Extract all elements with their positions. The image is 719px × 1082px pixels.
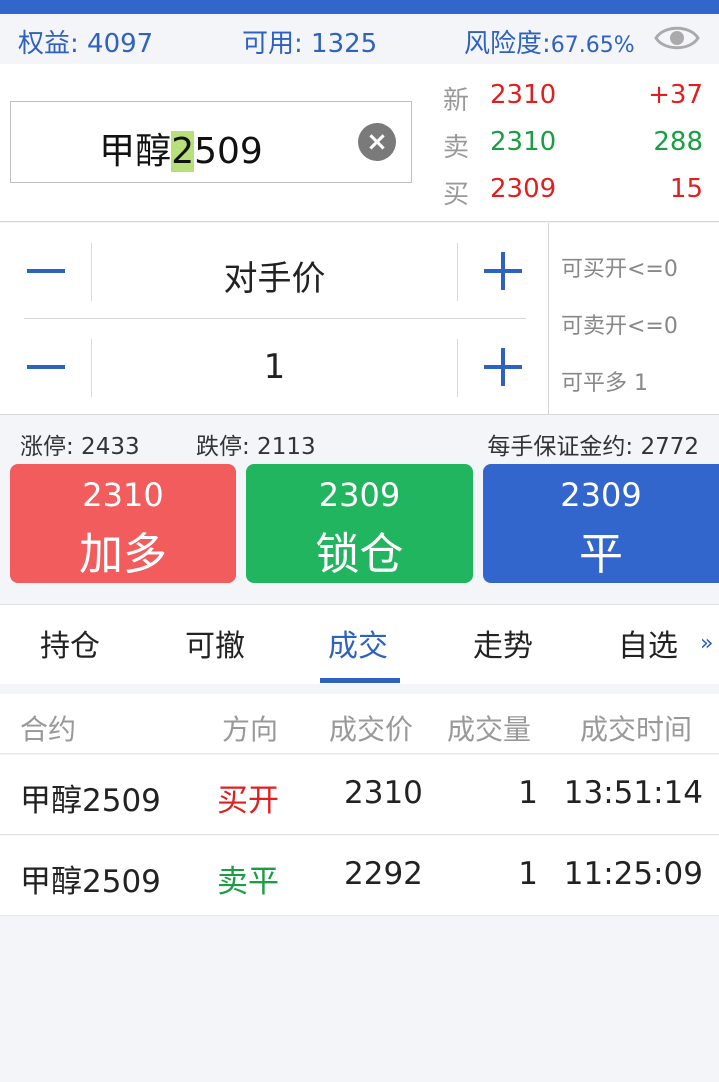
price-mode[interactable]: 对手价: [92, 251, 457, 300]
tab-bar: 持仓 可撤 成交 走势 自选 »: [0, 604, 719, 684]
symbol-text[interactable]: 甲醇2509: [11, 122, 351, 174]
tab-trend[interactable]: 走势: [473, 621, 533, 665]
quote-ask: 卖 2310 288: [443, 127, 703, 163]
table-row[interactable]: 甲醇2509 卖平 2292 1 11:25:09: [0, 836, 719, 916]
quote-bid: 买 2309 15: [443, 174, 703, 210]
position-availability: 可买开<=0 可卖开<=0 可平多 1: [561, 251, 678, 422]
trade-volume: 1: [518, 775, 538, 811]
quantity-plus-button[interactable]: [484, 348, 522, 386]
available-funds: 可用: 1325: [242, 29, 378, 59]
bid-volume: 15: [669, 174, 703, 204]
can-close-long: 可平多 1: [561, 371, 648, 396]
limit-up: 涨停: 2433: [20, 434, 140, 460]
col-price: 成交价: [329, 713, 414, 746]
status-bar: [0, 0, 719, 14]
col-volume: 成交量: [447, 713, 532, 746]
tab-cancelable[interactable]: 可撤: [185, 621, 245, 665]
buy-long-button[interactable]: 2310 加多: [10, 464, 236, 583]
ask-volume: 288: [653, 127, 703, 157]
risk-degree: 风险度:67.65%: [464, 29, 635, 59]
trade-direction: 买开: [217, 783, 279, 819]
quantity-stepper: 1: [24, 319, 526, 415]
trade-price: 2292: [344, 856, 423, 892]
trade-time: 11:25:09: [563, 856, 703, 892]
price-minus-button[interactable]: [27, 252, 65, 290]
lock-position-button[interactable]: 2309 锁仓: [246, 464, 473, 583]
close-position-button[interactable]: 2309 平: [483, 464, 719, 583]
quantity-minus-button[interactable]: [27, 348, 65, 386]
trade-price: 2310: [344, 775, 423, 811]
trades-table-header: 合约 方向 成交价 成交量 成交时间: [0, 694, 719, 754]
price-stepper: 对手价: [24, 223, 526, 319]
col-contract: 合约: [20, 713, 77, 746]
trade-contract: 甲醇2509: [20, 783, 161, 819]
eye-icon[interactable]: [654, 22, 700, 54]
trade-time: 13:51:14: [563, 775, 703, 811]
ask-price: 2310: [490, 127, 557, 157]
chevron-right-icon[interactable]: »: [700, 631, 713, 656]
price-change: +37: [648, 80, 703, 110]
quote-panel: 甲醇2509 × 新 2310 +37 卖 2310 288 买 2309 15: [0, 64, 719, 222]
quantity-input[interactable]: 1: [92, 347, 457, 387]
active-tab-indicator: [320, 678, 400, 683]
quote-last: 新 2310 +37: [443, 80, 703, 116]
can-buy-open: 可买开<=0: [561, 257, 678, 282]
trade-volume: 1: [518, 856, 538, 892]
symbol-cursor-highlight: 2: [171, 131, 195, 172]
tab-trades[interactable]: 成交: [328, 621, 388, 665]
col-direction: 方向: [222, 713, 279, 746]
clear-icon[interactable]: ×: [358, 123, 396, 161]
trade-direction: 卖平: [217, 864, 279, 900]
tab-positions[interactable]: 持仓: [40, 621, 100, 665]
order-panel: 对手价 1 可买开<=0 可卖开<=0 可平多 1: [0, 223, 719, 415]
limit-down: 跌停: 2113: [196, 434, 316, 460]
last-price: 2310: [490, 80, 557, 110]
tab-watchlist[interactable]: 自选: [618, 621, 678, 665]
price-limits: 涨停: 2433 跌停: 2113 每手保证金约: 2772: [0, 416, 719, 462]
bid-price: 2309: [490, 174, 557, 204]
table-row[interactable]: 甲醇2509 买开 2310 1 13:51:14: [0, 755, 719, 835]
trade-contract: 甲醇2509: [20, 864, 161, 900]
margin-per-lot: 每手保证金约: 2772: [487, 434, 699, 460]
price-plus-button[interactable]: [484, 252, 522, 290]
account-summary: 权益: 4097 可用: 1325 风险度:67.65%: [0, 14, 719, 64]
risk-percent: 67.65%: [550, 33, 635, 58]
symbol-input[interactable]: 甲醇2509 ×: [10, 101, 412, 183]
col-time: 成交时间: [580, 713, 693, 746]
can-sell-open: 可卖开<=0: [561, 314, 678, 339]
equity-value: 权益: 4097: [18, 29, 154, 59]
